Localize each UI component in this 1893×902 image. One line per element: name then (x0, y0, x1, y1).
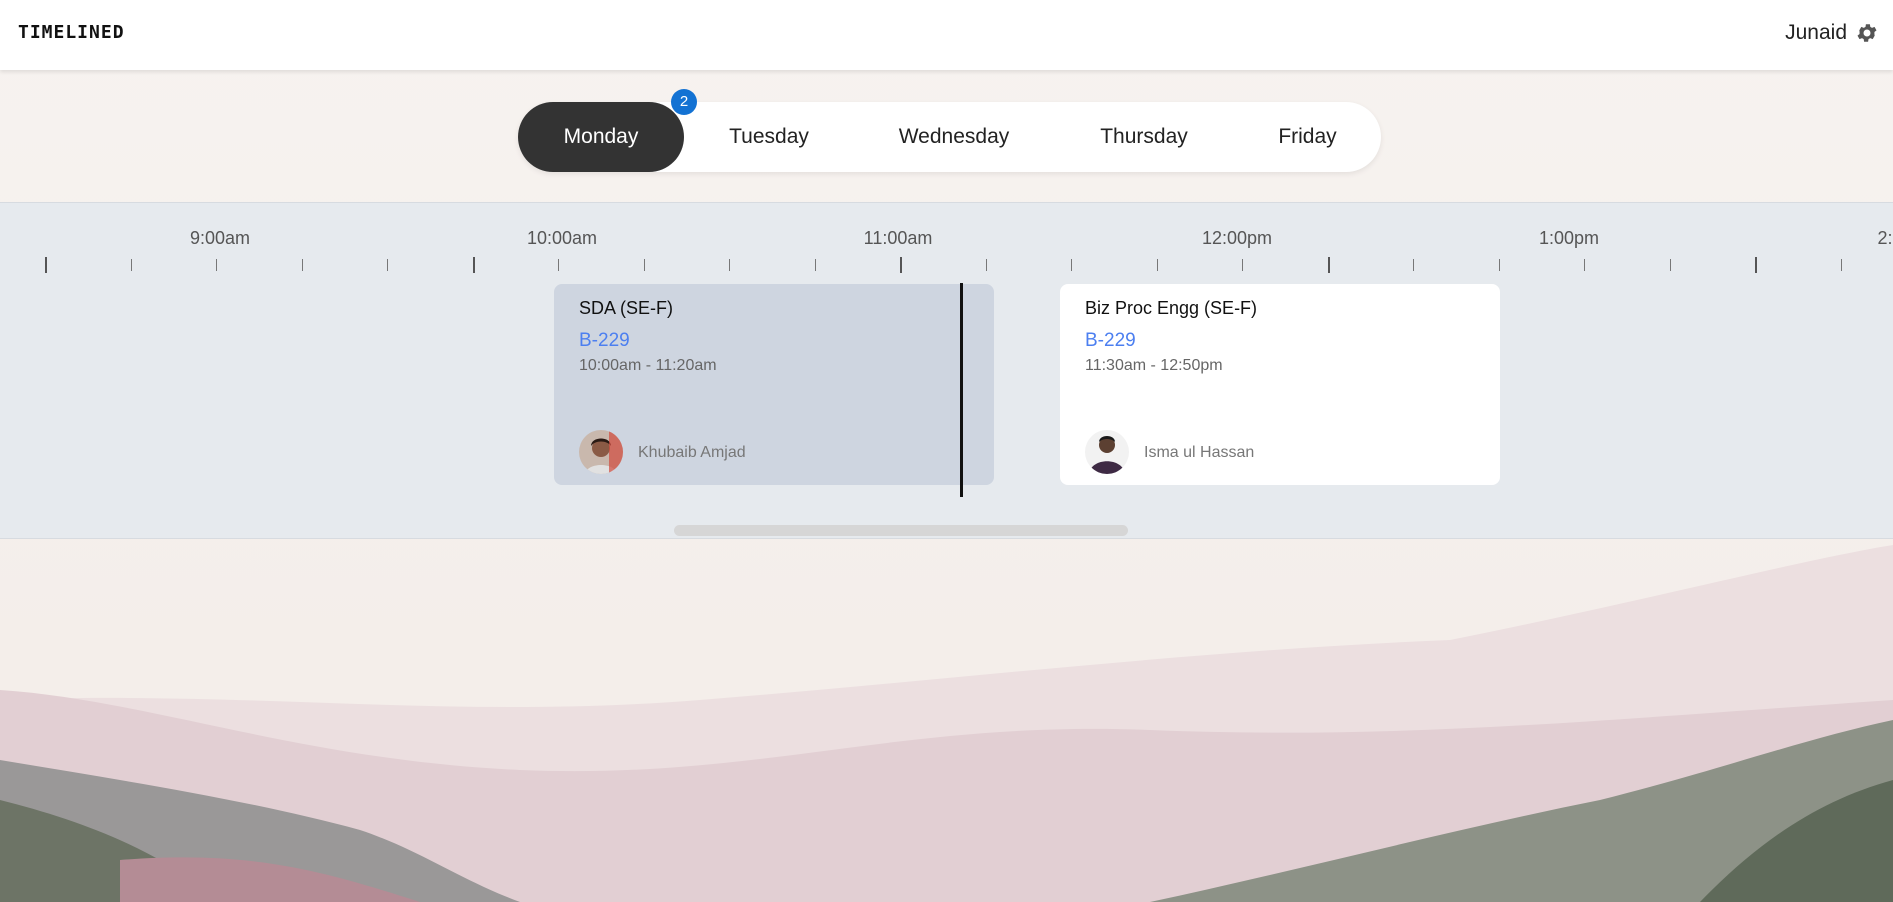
hour-label: 1:00pm (1538, 228, 1600, 248)
tick-mark (131, 259, 132, 271)
tick-mark (1584, 259, 1585, 271)
avatar (579, 430, 623, 474)
class-title: Biz Proc Engg (SE-F) (1085, 298, 1258, 318)
hour-label: 12:00pm (1201, 228, 1273, 248)
tick-mark (644, 259, 645, 271)
tick-mark (1071, 259, 1072, 271)
class-card[interactable]: Biz Proc Engg (SE-F) B-229 11:30am - 12:… (1060, 284, 1500, 485)
hour-label: 11:00am (863, 228, 933, 248)
hour-label: 10:00am (526, 228, 598, 248)
tick-mark (473, 257, 475, 273)
tick-mark (986, 259, 987, 271)
current-time-indicator (960, 283, 963, 497)
hour-label: 9:00am (189, 228, 251, 248)
tick-mark (729, 259, 730, 271)
tab-friday[interactable]: Friday (1234, 102, 1381, 172)
user-menu[interactable]: Junaid (1785, 21, 1879, 45)
tick-mark (1157, 259, 1158, 271)
tab-tuesday[interactable]: Tuesday (684, 102, 854, 172)
tick-mark (1328, 257, 1330, 273)
tick-mark (1841, 259, 1842, 271)
tick-mark (1242, 259, 1243, 271)
tab-wednesday[interactable]: Wednesday (854, 102, 1054, 172)
tick-mark (302, 259, 303, 271)
tick-mark (1670, 259, 1671, 271)
app-logo[interactable]: TIMELINED (18, 22, 125, 43)
gear-icon[interactable] (1855, 21, 1879, 45)
tick-mark (387, 259, 388, 271)
tick-mark (1755, 257, 1757, 273)
tick-mark (815, 259, 816, 271)
tick-mark (216, 259, 217, 271)
tick-mark (1499, 259, 1500, 271)
class-title: SDA (SE-F) (579, 298, 674, 318)
class-card[interactable]: SDA (SE-F) B-229 10:00am - 11:20am Khuba… (554, 284, 994, 485)
day-tabs: Monday Tuesday Wednesday Thursday Friday (518, 102, 1381, 172)
tick-mark (45, 257, 47, 273)
class-time: 11:30am - 12:50pm (1085, 357, 1223, 374)
tick-mark (558, 259, 559, 271)
notification-badge: 2 (671, 89, 697, 115)
class-time: 10:00am - 11:20am (579, 357, 717, 374)
tick-mark (900, 257, 902, 273)
class-room-link[interactable]: B-229 (579, 330, 630, 352)
avatar (1085, 430, 1129, 474)
user-name: Junaid (1785, 21, 1847, 44)
app-header: TIMELINED Junaid (0, 0, 1893, 70)
tick-mark (1413, 259, 1414, 271)
hour-label: 2: (1877, 228, 1893, 248)
horizontal-scrollbar[interactable] (674, 525, 1128, 536)
teacher-name: Isma ul Hassan (1144, 444, 1255, 461)
timeline-panel[interactable]: 9:00am 10:00am 11:00am 12:00pm 1:00pm 2:… (0, 202, 1893, 539)
class-room-link[interactable]: B-229 (1085, 330, 1136, 352)
tab-thursday[interactable]: Thursday (1054, 102, 1234, 172)
teacher-name: Khubaib Amjad (638, 444, 746, 461)
tab-monday[interactable]: Monday (518, 102, 684, 172)
